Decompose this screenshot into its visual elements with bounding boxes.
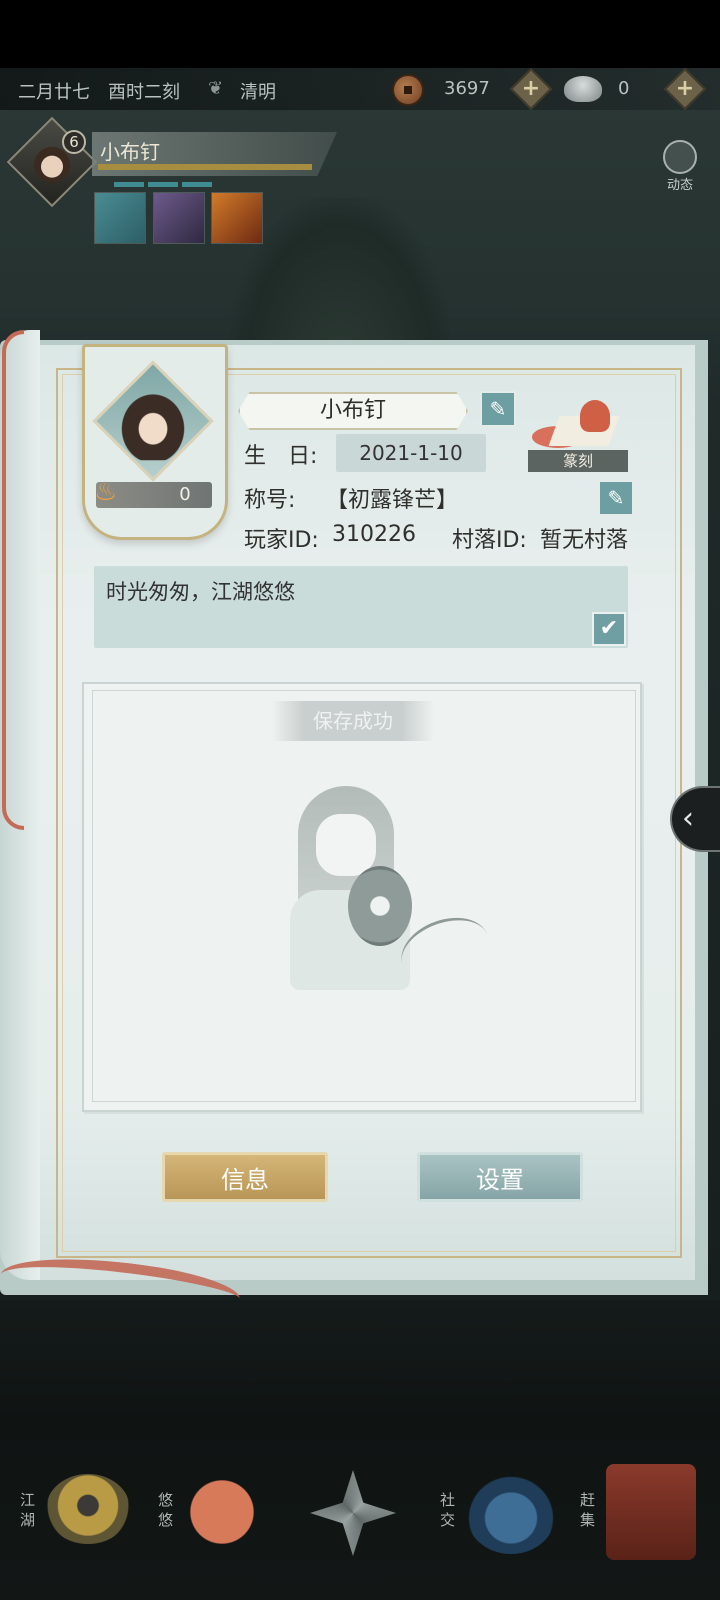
leaf-icon: ❦ <box>208 78 224 99</box>
silver-count: 0 <box>618 78 630 99</box>
hat-icon <box>46 1474 130 1544</box>
player-id-value: 310226 <box>332 522 416 547</box>
player-name-field: 小布钉 <box>238 392 468 430</box>
nav-youyou[interactable]: 悠悠 <box>150 1460 280 1570</box>
settings-button[interactable]: 设置 <box>417 1152 583 1202</box>
top-info-bar: 二月廿七 酉时二刻 ❦ 清明 3697 0 <box>0 68 720 110</box>
toast-text: 保存成功 <box>313 709 393 733</box>
title-value: 【初露锋芒】 <box>326 488 459 513</box>
player-id-label: 玩家ID: <box>244 528 319 553</box>
basket-icon <box>606 1464 696 1560</box>
info-button-label: 信息 <box>221 1166 269 1194</box>
skill-slot-2[interactable] <box>153 192 205 244</box>
solar-term: 清明 <box>240 82 276 103</box>
dynamics-icon <box>663 140 697 174</box>
popularity-value: 0 <box>179 484 191 505</box>
title-label: 称号: <box>244 488 296 513</box>
nav-jianghu-label: 江湖 <box>20 1491 36 1529</box>
village-id-label: 村落ID: <box>452 528 527 553</box>
nav-market[interactable]: 赶集 <box>576 1460 716 1570</box>
game-date: 二月廿七 <box>18 82 90 103</box>
fire-icon: ♨ <box>94 477 118 507</box>
game-time: 酉时二刻 <box>108 82 180 103</box>
experience-bar <box>98 164 312 170</box>
birthday-value: 2021-1-10 <box>359 441 463 465</box>
copper-coin-icon <box>392 74 424 106</box>
skill-slot-3[interactable] <box>211 192 263 244</box>
energy-segments <box>114 182 212 187</box>
birthday-label: 生 日: <box>244 444 318 469</box>
save-success-toast: 保存成功 <box>272 701 434 741</box>
chevron-left-icon: ‹ <box>682 801 694 836</box>
check-icon: ✔ <box>599 616 619 641</box>
birthday-field: 2021-1-10 <box>336 434 486 472</box>
dynamics-label: 动态 <box>666 178 693 193</box>
signature-input[interactable]: 时光匆匆，江湖悠悠 <box>94 566 628 648</box>
character-illustration <box>280 770 498 1000</box>
player-name: 小布钉 <box>319 398 386 423</box>
skill-slot-1[interactable] <box>94 192 146 244</box>
nav-youyou-label: 悠悠 <box>158 1491 174 1529</box>
copper-count: 3697 <box>444 78 490 99</box>
silver-ingot-icon <box>564 76 602 102</box>
wave-icon <box>466 1474 556 1554</box>
seal-carving-button[interactable]: 篆刻 <box>528 392 628 474</box>
village-id-value: 暂无村落 <box>540 528 629 553</box>
signature-text: 时光匆匆，江湖悠悠 <box>106 580 295 604</box>
pencil-icon: ✎ <box>489 397 507 421</box>
nav-center-star[interactable] <box>302 1460 412 1570</box>
nav-jianghu[interactable]: 江湖 <box>10 1460 140 1570</box>
nav-social[interactable]: 社交 <box>436 1460 566 1570</box>
sun-crane-icon <box>182 1472 262 1552</box>
settings-button-label: 设置 <box>476 1166 524 1194</box>
bookmark-ribbon <box>2 330 24 830</box>
pencil-icon: ✎ <box>607 486 625 510</box>
level-badge: 6 <box>62 130 86 154</box>
seal-carving-label: 篆刻 <box>528 450 628 472</box>
character-name: 小布钉 <box>100 140 160 164</box>
dynamics-button[interactable]: 动态 <box>660 140 700 193</box>
confirm-signature-button[interactable]: ✔ <box>592 612 626 646</box>
nav-market-label: 赶集 <box>580 1491 596 1529</box>
edit-name-button[interactable]: ✎ <box>480 391 516 427</box>
compass-star-icon <box>310 1470 396 1556</box>
edit-title-button[interactable]: ✎ <box>598 480 634 516</box>
status-bar <box>0 0 720 68</box>
info-button[interactable]: 信息 <box>162 1152 328 1202</box>
nav-social-label: 社交 <box>440 1491 456 1529</box>
